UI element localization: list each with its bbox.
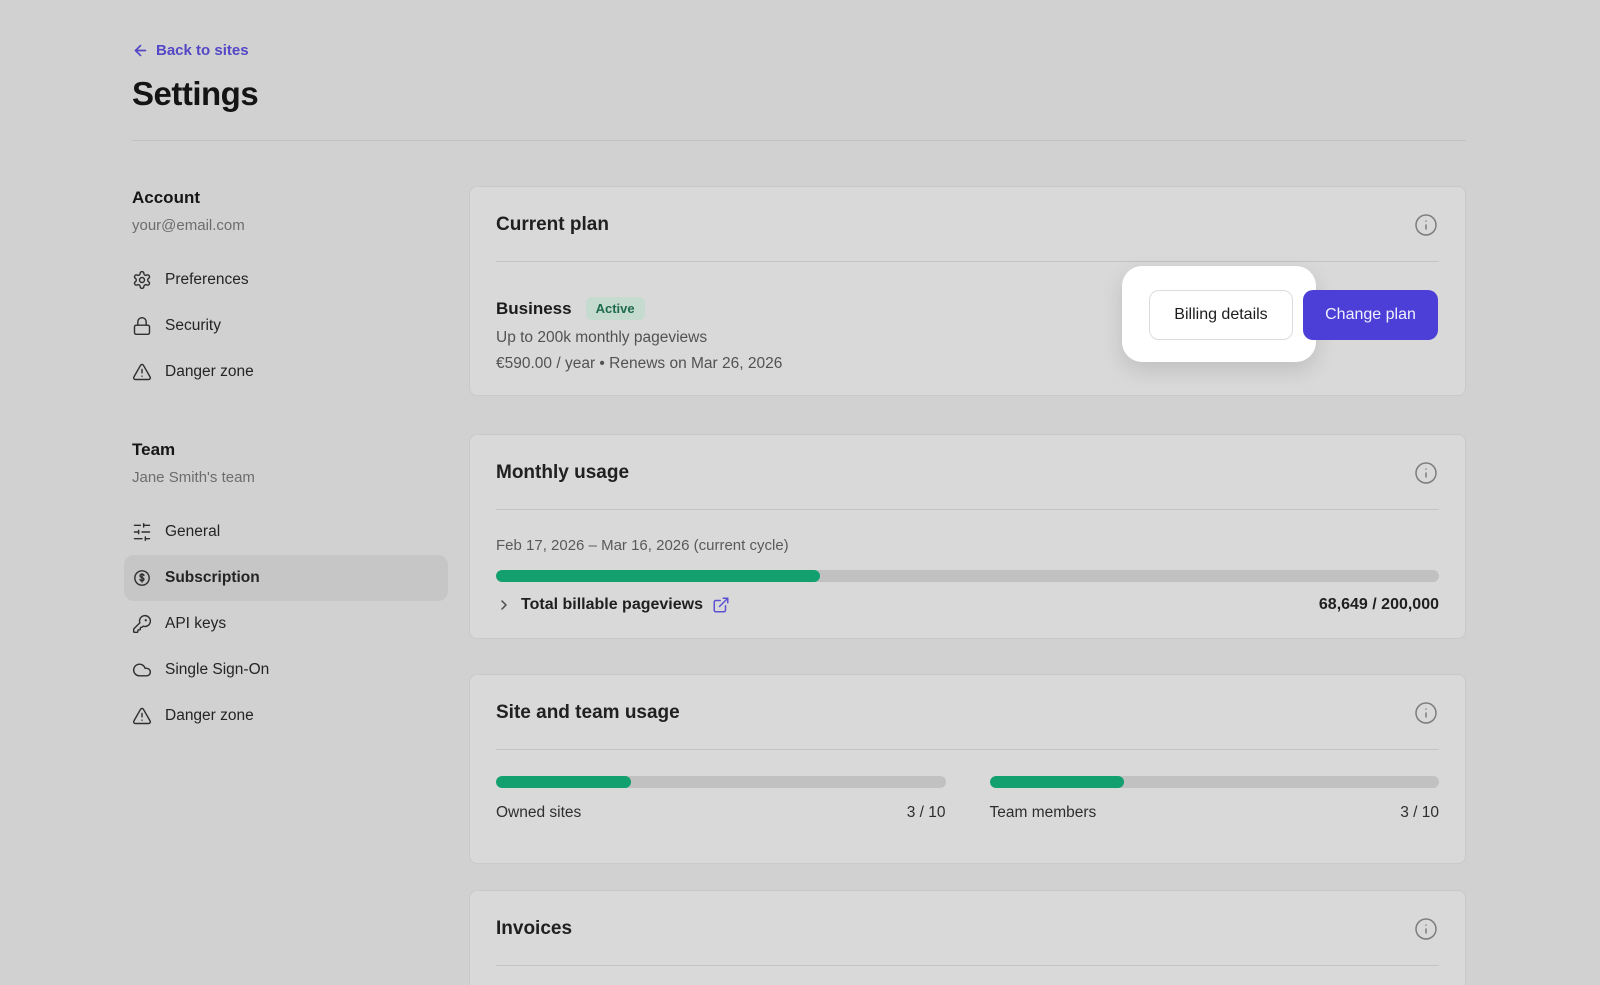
alert-triangle-icon bbox=[132, 362, 152, 382]
monthly-usage-card: Monthly usage Feb 17, 2026 – Mar 16, 202… bbox=[469, 434, 1466, 639]
billing-details-button[interactable]: Billing details bbox=[1149, 290, 1293, 340]
invoices-title: Invoices bbox=[496, 918, 572, 940]
account-nav: Preferences Security Dange bbox=[132, 257, 448, 395]
sidebar-section-account: Account your@email.com Preferences bbox=[132, 188, 448, 395]
billing-cycle-label: Feb 17, 2026 – Mar 16, 2026 (current cyc… bbox=[496, 537, 1439, 554]
page-title: Settings bbox=[132, 75, 1466, 113]
header-divider bbox=[132, 140, 1466, 141]
sidebar-item-label: Preferences bbox=[165, 271, 249, 289]
sidebar-item-label: Security bbox=[165, 317, 221, 335]
sidebar-section-team: Team Jane Smith's team General bbox=[132, 440, 448, 739]
sidebar-item-api-keys[interactable]: API keys bbox=[124, 601, 448, 647]
key-icon bbox=[132, 614, 152, 634]
sidebar-item-label: Subscription bbox=[165, 569, 260, 587]
sidebar-item-label: Danger zone bbox=[165, 707, 254, 725]
team-members-progress-fill bbox=[990, 776, 1125, 788]
arrow-left-icon bbox=[132, 42, 149, 59]
invoices-card: Invoices bbox=[469, 890, 1466, 985]
dollar-cycle-icon bbox=[132, 568, 152, 588]
external-link-icon[interactable] bbox=[712, 596, 730, 614]
sliders-icon bbox=[132, 522, 152, 542]
settings-sidebar: Account your@email.com Preferences bbox=[132, 186, 448, 985]
settings-page: Back to sites Settings Account your@emai… bbox=[0, 0, 1600, 985]
team-members-usage: Team members 3 / 10 bbox=[990, 776, 1440, 822]
owned-sites-progress-bar bbox=[496, 776, 946, 788]
sidebar-item-single-sign-on[interactable]: Single Sign-On bbox=[124, 647, 448, 693]
sidebar-item-label: API keys bbox=[165, 615, 226, 633]
card-divider bbox=[496, 749, 1439, 750]
sidebar-item-label: Danger zone bbox=[165, 363, 254, 381]
owned-sites-usage: Owned sites 3 / 10 bbox=[496, 776, 946, 822]
current-plan-title: Current plan bbox=[496, 214, 609, 236]
account-section-title: Account bbox=[132, 188, 448, 208]
sidebar-item-label: Single Sign-On bbox=[165, 661, 269, 679]
alert-triangle-icon bbox=[132, 706, 152, 726]
account-email: your@email.com bbox=[132, 217, 448, 234]
plan-name: Business bbox=[496, 299, 572, 319]
team-name: Jane Smith's team bbox=[132, 469, 448, 486]
team-nav: General Subscription API k bbox=[132, 509, 448, 739]
current-plan-card: Current plan Business Active Up to 200k … bbox=[469, 186, 1466, 396]
site-team-usage-title: Site and team usage bbox=[496, 702, 680, 724]
site-team-usage-card: Site and team usage Owned sites bbox=[469, 674, 1466, 864]
team-members-progress-bar bbox=[990, 776, 1440, 788]
card-divider bbox=[496, 965, 1439, 966]
sidebar-item-danger-zone-team[interactable]: Danger zone bbox=[124, 693, 448, 739]
monthly-usage-title: Monthly usage bbox=[496, 462, 629, 484]
owned-sites-progress-fill bbox=[496, 776, 631, 788]
back-to-sites-link[interactable]: Back to sites bbox=[132, 42, 249, 59]
sidebar-item-security[interactable]: Security bbox=[124, 303, 448, 349]
status-badge: Active bbox=[586, 297, 645, 320]
sidebar-item-general[interactable]: General bbox=[124, 509, 448, 555]
settings-main: Current plan Business Active Up to 200k … bbox=[469, 186, 1466, 985]
info-icon[interactable] bbox=[1413, 212, 1439, 238]
gear-icon bbox=[132, 270, 152, 290]
sidebar-item-label: General bbox=[165, 523, 220, 541]
change-plan-button[interactable]: Change plan bbox=[1303, 290, 1438, 340]
pageviews-progress-fill bbox=[496, 570, 820, 582]
owned-sites-label: Owned sites bbox=[496, 804, 581, 822]
pageviews-row-label: Total billable pageviews bbox=[521, 596, 703, 614]
pageviews-progress-bar bbox=[496, 570, 1439, 582]
sidebar-item-danger-zone-account[interactable]: Danger zone bbox=[124, 349, 448, 395]
total-billable-pageviews-link[interactable]: Total billable pageviews bbox=[496, 596, 730, 614]
back-link-label: Back to sites bbox=[156, 42, 249, 59]
pageviews-usage-value: 68,649 / 200,000 bbox=[1319, 596, 1439, 614]
team-members-value: 3 / 10 bbox=[1400, 804, 1439, 822]
card-divider bbox=[496, 509, 1439, 510]
info-icon[interactable] bbox=[1413, 460, 1439, 486]
sidebar-item-subscription[interactable]: Subscription bbox=[124, 555, 448, 601]
team-section-title: Team bbox=[132, 440, 448, 460]
info-icon[interactable] bbox=[1413, 700, 1439, 726]
info-icon[interactable] bbox=[1413, 916, 1439, 942]
sidebar-item-preferences[interactable]: Preferences bbox=[124, 257, 448, 303]
cloud-icon bbox=[132, 660, 152, 680]
owned-sites-value: 3 / 10 bbox=[907, 804, 946, 822]
lock-icon bbox=[132, 316, 152, 336]
chevron-right-icon[interactable] bbox=[496, 597, 512, 613]
team-members-label: Team members bbox=[990, 804, 1097, 822]
